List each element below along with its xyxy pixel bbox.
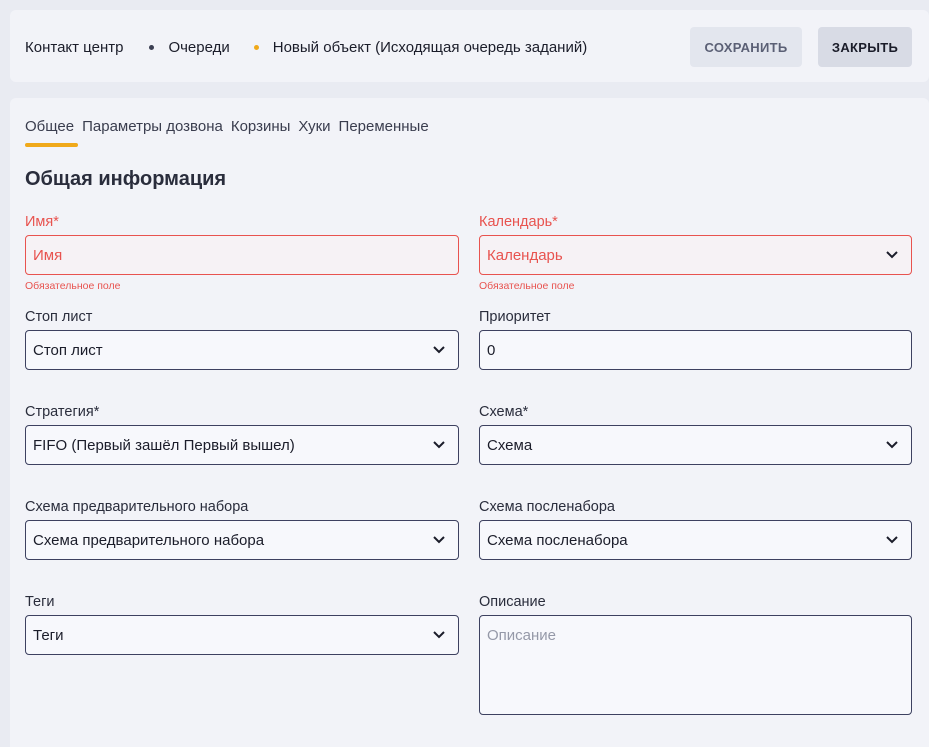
save-button[interactable]: СОХРАНИТЬ (690, 27, 802, 67)
post-dial-value: Схема посленабора (487, 531, 628, 549)
active-tab-indicator (25, 143, 78, 147)
priority-value: 0 (487, 341, 496, 359)
breadcrumb: Контакт центр Очереди Новый объект (Исхо… (25, 38, 587, 56)
chevron-down-icon (433, 441, 445, 449)
stop-list-label: Стоп лист (25, 309, 93, 325)
chevron-down-icon (886, 251, 898, 259)
pre-dial-value: Схема предварительного набора (33, 531, 265, 549)
tab-general[interactable]: Общее (25, 118, 74, 135)
chevron-down-icon (433, 346, 445, 354)
breadcrumb-contact-center[interactable]: Контакт центр (25, 39, 123, 56)
strategy-select[interactable]: FIFO (Первый зашёл Первый вышел) (25, 425, 459, 465)
pre-dial-label: Схема предварительного набора (25, 499, 249, 515)
header-bar: Контакт центр Очереди Новый объект (Исхо… (10, 10, 929, 82)
pre-dial-select[interactable]: Схема предварительного набора (25, 520, 459, 560)
description-label: Описание (479, 594, 546, 610)
section-title: Общая информация (25, 168, 227, 190)
scheme-label: Схема* (479, 404, 529, 420)
chevron-down-icon (433, 536, 445, 544)
form-panel: Общее Параметры дозвона Корзины Хуки Пер… (10, 98, 929, 747)
calendar-error: Обязательное поле (479, 280, 575, 292)
stop-list-select[interactable]: Стоп лист (25, 330, 459, 370)
name-placeholder: Имя (33, 246, 63, 264)
priority-label: Приоритет (479, 309, 551, 325)
scheme-value: Схема (487, 436, 533, 454)
name-input[interactable]: Имя (25, 235, 459, 275)
post-dial-select[interactable]: Схема посленабора (479, 520, 912, 560)
tab-variables[interactable]: Переменные (339, 118, 429, 135)
chevron-down-icon (433, 631, 445, 639)
post-dial-label: Схема посленабора (479, 499, 615, 515)
calendar-label: Календарь* (479, 214, 558, 230)
description-placeholder: Описание (487, 627, 557, 644)
strategy-value: FIFO (Первый зашёл Первый вышел) (33, 436, 295, 454)
tab-dial-params[interactable]: Параметры дозвона (82, 118, 223, 135)
tags-label: Теги (25, 594, 55, 610)
breadcrumb-queues[interactable]: Очереди (168, 39, 229, 56)
description-textarea[interactable]: Описание (479, 615, 912, 715)
scheme-select[interactable]: Схема (479, 425, 912, 465)
breadcrumb-current: Новый объект (Исходящая очередь заданий) (272, 38, 588, 56)
tab-hooks[interactable]: Хуки (298, 118, 330, 135)
priority-input[interactable]: 0 (479, 330, 912, 370)
name-label: Имя* (25, 214, 59, 230)
close-button[interactable]: ЗАКРЫТЬ (818, 27, 912, 67)
calendar-placeholder: Календарь (487, 246, 563, 264)
stop-list-value: Стоп лист (33, 341, 103, 359)
tags-value: Теги (33, 626, 64, 644)
breadcrumb-separator (149, 44, 155, 50)
calendar-select[interactable]: Календарь (479, 235, 912, 275)
name-error: Обязательное поле (25, 280, 121, 292)
tab-baskets[interactable]: Корзины (231, 118, 291, 135)
tags-select[interactable]: Теги (25, 615, 459, 655)
strategy-label: Стратегия* (25, 404, 100, 420)
chevron-down-icon (886, 536, 898, 544)
chevron-down-icon (886, 441, 898, 449)
tab-bar: Общее Параметры дозвона Корзины Хуки Пер… (25, 118, 437, 135)
breadcrumb-active-dot (253, 44, 259, 50)
